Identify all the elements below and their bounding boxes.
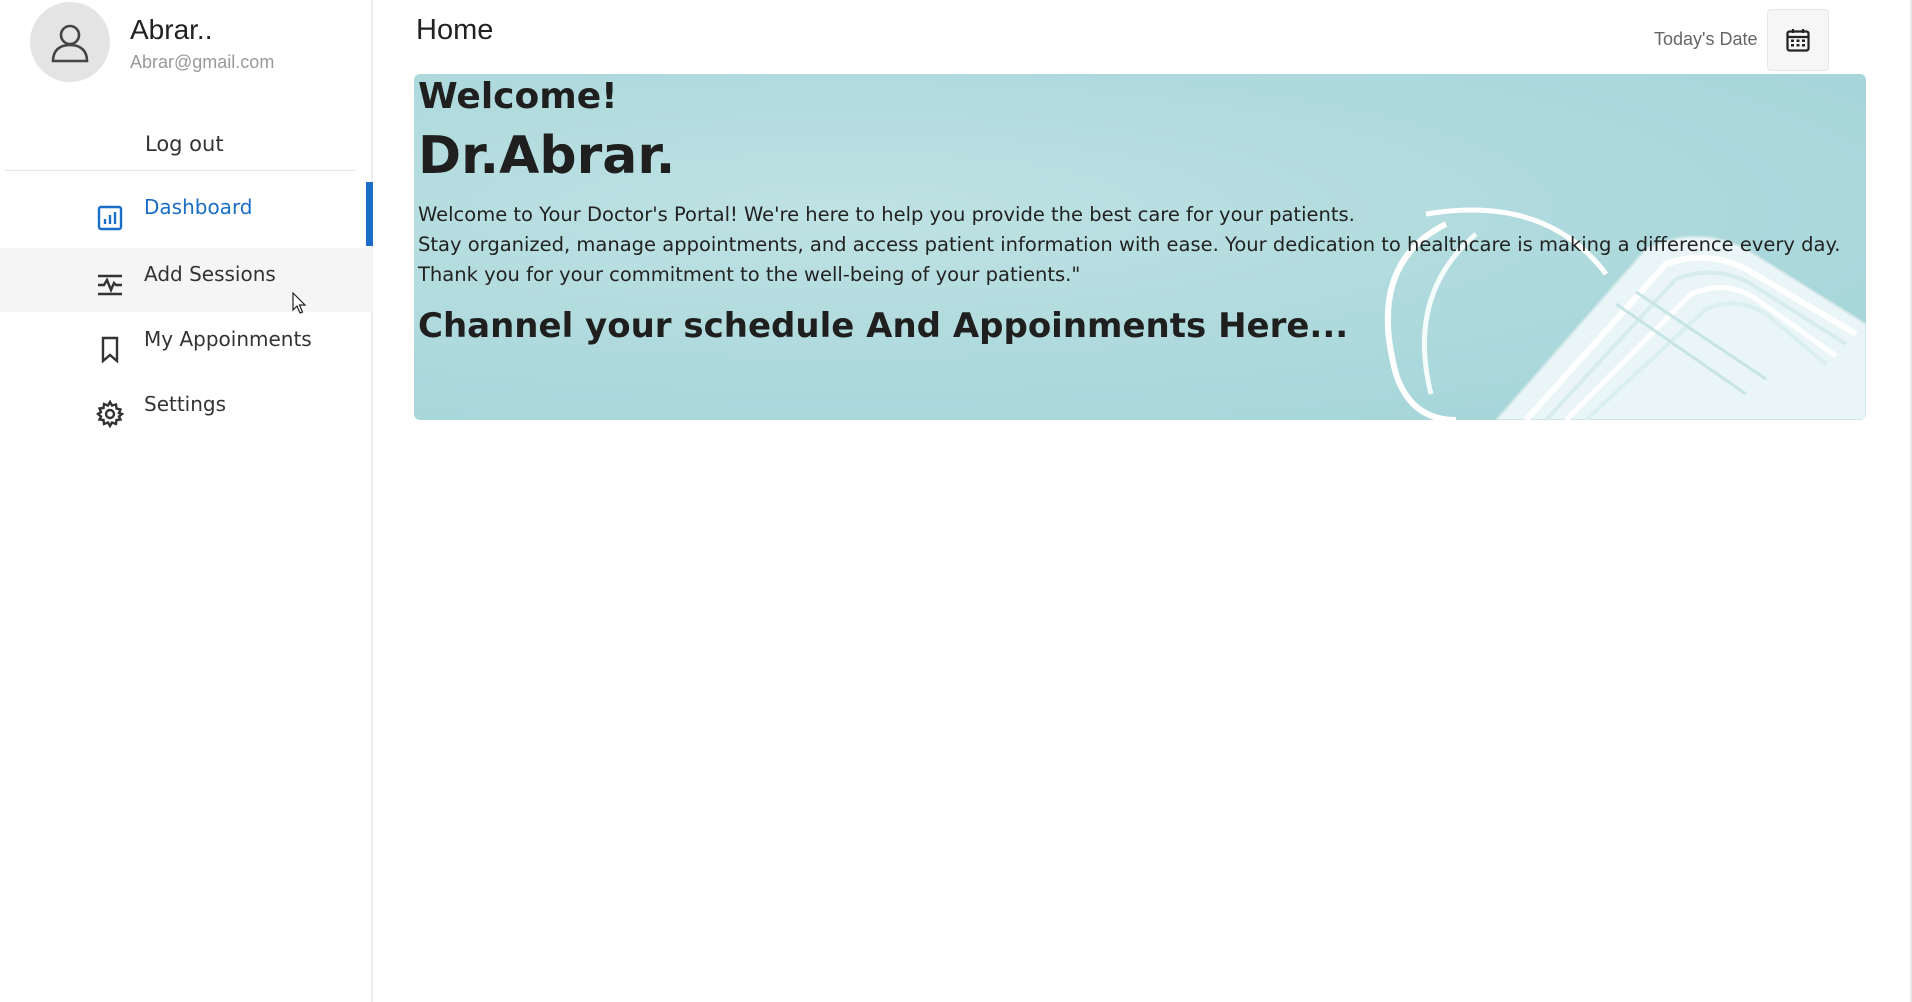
profile-name: Abrar..	[130, 14, 213, 45]
sidebar-item-label: Dashboard	[144, 195, 253, 219]
avatar	[30, 2, 110, 82]
sidebar-item-settings[interactable]: Settings	[0, 378, 373, 442]
sessions-icon	[98, 274, 122, 296]
intro-line-2: Stay organized, manage appointments, and…	[418, 233, 1841, 286]
sidebar-item-label: My Appoinments	[144, 327, 312, 351]
page-title: Home	[416, 14, 494, 46]
intro-line-1: Welcome to Your Doctor's Portal! We're h…	[418, 203, 1355, 226]
mouse-cursor-icon	[292, 292, 307, 314]
user-icon	[51, 24, 89, 63]
sidebar-item-label: Add Sessions	[144, 262, 276, 286]
logout-button[interactable]: Log out	[145, 132, 224, 156]
sidebar-item-dashboard[interactable]: Dashboard	[0, 182, 373, 246]
todays-date-label: Today's Date	[1654, 29, 1758, 49]
gear-icon	[96, 400, 124, 428]
calendar-icon	[1786, 29, 1810, 52]
sidebar-item-label: Settings	[144, 392, 227, 416]
active-indicator	[366, 182, 373, 246]
profile-card: Abrar.. Abrar@gmail.com	[30, 2, 370, 82]
sidebar-item-my-appoinments[interactable]: My Appoinments	[0, 313, 373, 377]
profile-email: Abrar@gmail.com	[130, 52, 275, 72]
intro-text: Welcome to Your Doctor's Portal! We're h…	[418, 200, 1863, 290]
doctor-name: Dr.Abrar.	[418, 126, 676, 186]
sidebar-item-add-sessions[interactable]: Add Sessions	[0, 248, 373, 312]
bookmark-icon	[101, 336, 119, 363]
welcome-banner: Welcome! Dr.Abrar. Welcome to Your Docto…	[414, 74, 1866, 420]
divider	[5, 170, 356, 171]
sidebar: Abrar.. Abrar@gmail.com Log out Dashboar…	[0, 0, 373, 1002]
cta-heading: Channel your schedule And Appoinments He…	[418, 306, 1349, 346]
welcome-heading: Welcome!	[418, 76, 618, 117]
calendar-button[interactable]	[1767, 9, 1829, 71]
dashboard-icon	[97, 205, 123, 231]
